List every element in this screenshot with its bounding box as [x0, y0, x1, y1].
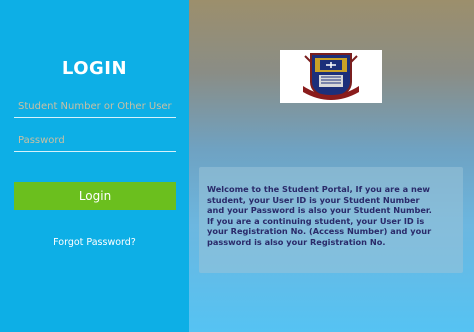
forgot-password-link[interactable]: Forgot Password? [0, 237, 189, 248]
username-input[interactable] [14, 96, 176, 118]
login-panel: LOGIN Login Forgot Password? [0, 0, 189, 332]
password-input[interactable] [14, 130, 176, 152]
university-crest-logo [280, 50, 382, 103]
welcome-message: Welcome to the Student Portal, If you ar… [207, 184, 432, 247]
welcome-info-box: Welcome to the Student Portal, If you ar… [199, 167, 463, 273]
crest-icon [303, 53, 359, 101]
login-button[interactable]: Login [14, 182, 176, 210]
login-title: LOGIN [61, 58, 128, 79]
